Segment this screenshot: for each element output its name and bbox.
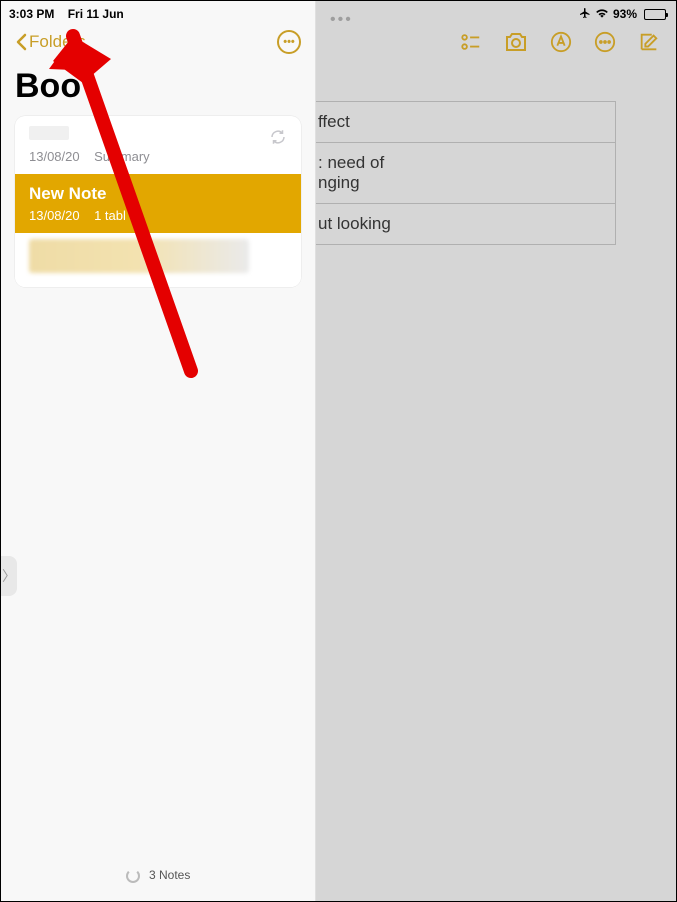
note-preview: Summary — [94, 149, 150, 164]
back-label: Folders — [29, 32, 86, 52]
note-preview: 1 tabl — [94, 208, 126, 223]
note-body[interactable]: ffect : need of nging ut looking — [316, 101, 616, 245]
wifi-icon — [595, 7, 609, 21]
table-cell[interactable]: ffect — [316, 102, 615, 142]
note-title: New Note — [29, 184, 287, 204]
airplane-icon — [579, 7, 591, 22]
status-date: Fri 11 Jun — [68, 7, 124, 21]
note-table[interactable]: ffect : need of nging ut looking — [316, 101, 616, 245]
note-date: 13/08/20 — [29, 208, 80, 223]
note-detail-pane: ••• ffect : need of nging ut looking — [316, 1, 676, 901]
checklist-icon[interactable] — [460, 31, 482, 58]
sidebar: Folders ••• Boo 13/08/20 Summary New Not… — [1, 1, 316, 901]
swipe-handle[interactable]: 〉 — [1, 556, 17, 596]
sidebar-footer: 3 Notes — [1, 868, 315, 883]
battery-text: 93% — [613, 7, 637, 21]
sync-spinner-icon — [126, 869, 140, 883]
sync-icon — [269, 128, 287, 151]
markup-icon[interactable] — [550, 31, 572, 58]
table-cell[interactable]: ut looking — [316, 203, 615, 244]
sidebar-more-button[interactable]: ••• — [277, 30, 301, 54]
chevron-left-icon — [15, 33, 27, 51]
sidebar-title: Boo — [1, 61, 315, 116]
battery-icon — [644, 9, 666, 20]
note-date: 13/08/20 — [29, 149, 80, 164]
detail-toolbar — [460, 31, 660, 58]
note-count: 3 Notes — [149, 868, 190, 882]
compose-icon[interactable] — [638, 31, 660, 58]
blurred-content — [29, 239, 249, 273]
status-bar: 3:03 PM Fri 11 Jun 93% — [1, 5, 676, 23]
status-time: 3:03 PM — [9, 7, 54, 21]
camera-icon[interactable] — [504, 31, 528, 58]
note-title — [29, 126, 69, 140]
note-list-item-blurred[interactable] — [15, 233, 301, 287]
notes-list: 13/08/20 Summary New Note 13/08/20 1 tab… — [15, 116, 301, 287]
note-list-item[interactable]: 13/08/20 Summary — [15, 116, 301, 174]
folders-back-button[interactable]: Folders — [15, 32, 86, 52]
table-cell[interactable]: : need of nging — [316, 142, 615, 203]
detail-more-button[interactable] — [594, 31, 616, 58]
note-list-item-selected[interactable]: New Note 13/08/20 1 tabl — [15, 174, 301, 233]
